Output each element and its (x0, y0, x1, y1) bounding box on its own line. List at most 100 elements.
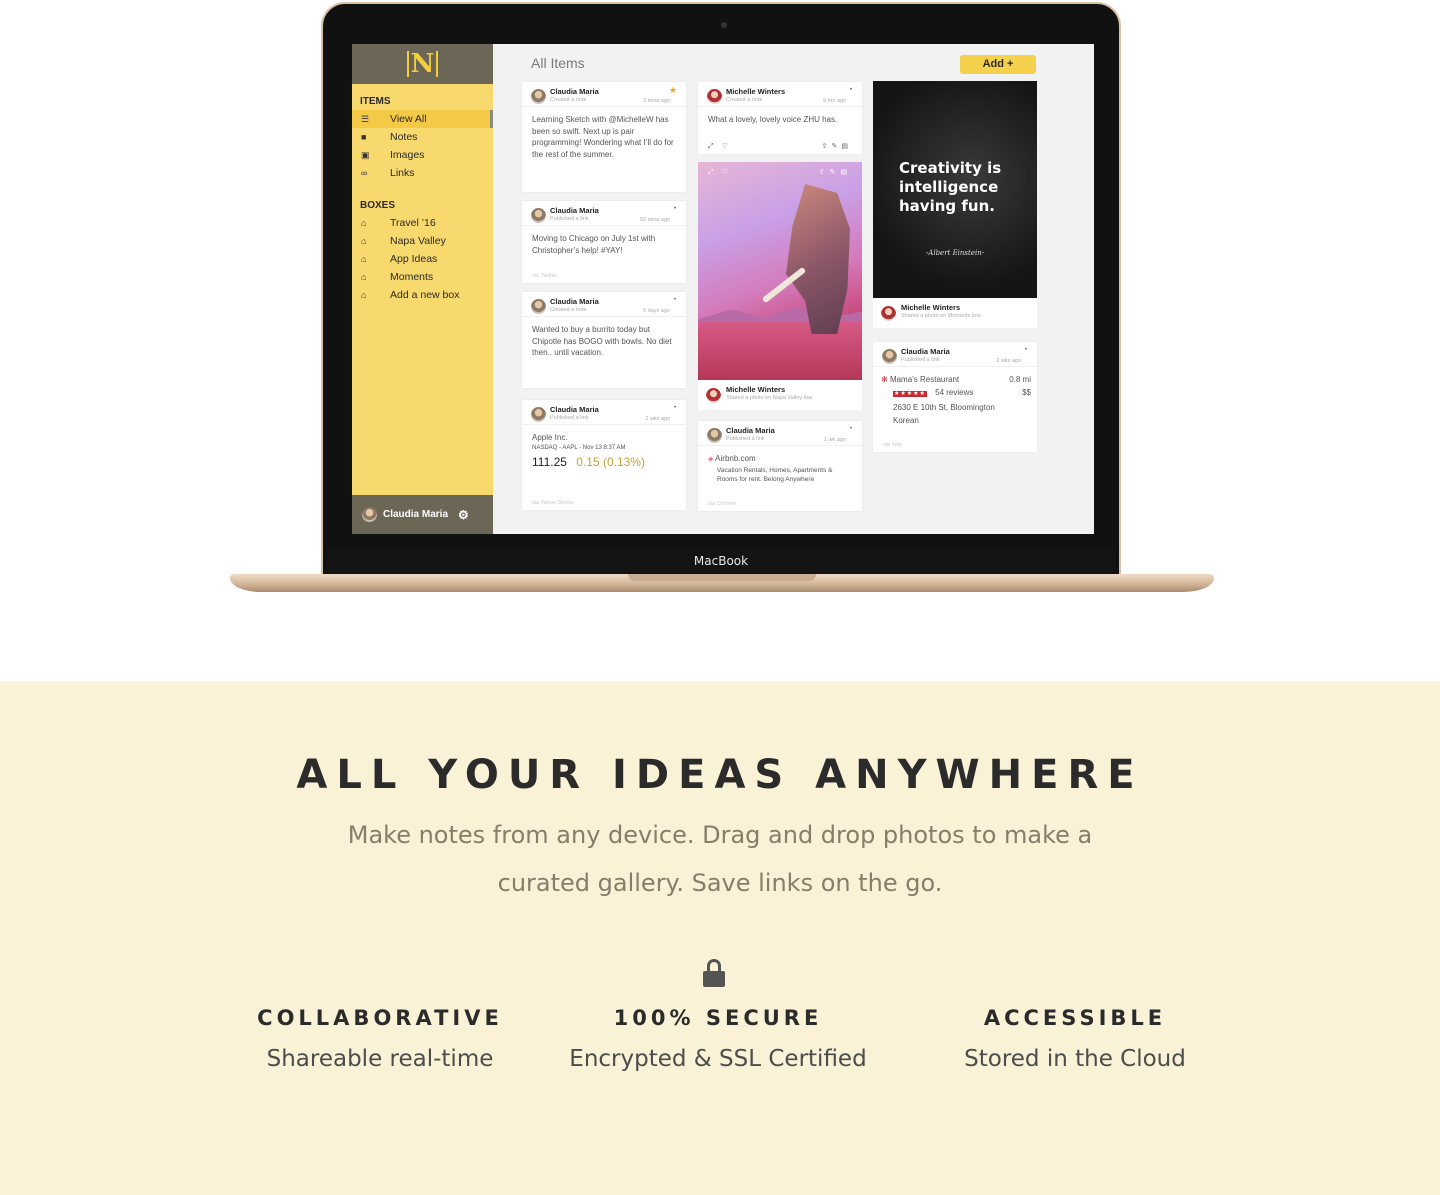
card-action: Shared a photo on Moments box (901, 313, 981, 319)
share-icon[interactable]: ⇪ (819, 169, 830, 176)
sidebar-box-label: App Ideas (390, 253, 438, 265)
sidebar-add-box[interactable]: ⌂ Add a new box (352, 286, 493, 304)
star-icon[interactable]: ★ (669, 85, 677, 96)
link-site[interactable]: Airbnb.com (715, 454, 755, 463)
logo-bar: N (352, 44, 493, 84)
lock-icon (703, 959, 725, 987)
image-icon: ▣ (361, 149, 370, 160)
feature-title: ACCESSIBLE (983, 1006, 1167, 1030)
link-card[interactable]: Claudia Maria Published a link 50 mins a… (522, 201, 686, 283)
card-time: 9 hrs ago (823, 98, 846, 104)
photo-caption: Michelle Winters Shared a photo on Napa … (698, 380, 862, 410)
expand-icon[interactable]: ⤢ (708, 169, 714, 176)
laptop-base (230, 574, 1214, 592)
quote-photo[interactable]: Creativity is intelligence having fun. -… (873, 81, 1037, 298)
avatar (882, 349, 897, 364)
feature-title: 100% SECURE (613, 1006, 823, 1030)
stock-body: Apple Inc. NASDAQ - AAPL - Nov 13 8:37 A… (522, 424, 686, 468)
card-time: 1 wk ago (823, 437, 846, 443)
sidebar-box-napa-valley[interactable]: ⌂ Napa Valley (352, 232, 493, 250)
avatar (531, 208, 546, 223)
card-author: Michelle Winters (726, 87, 786, 96)
avatar (706, 388, 721, 403)
heart-icon[interactable]: ♡ (722, 143, 728, 150)
sidebar-item-label: Links (390, 167, 415, 179)
avatar (531, 89, 546, 104)
more-icon[interactable]: • (674, 297, 676, 303)
device-label: MacBook (327, 550, 1115, 572)
inbox-icon: ⌂ (361, 218, 367, 228)
feature-secure: 100% SECURE Encrypted & SSL Certified (538, 1006, 898, 1072)
sidebar-box-moments[interactable]: ⌂ Moments (352, 268, 493, 286)
section-subline: Make notes from any device. Drag and dro… (347, 821, 1093, 897)
feature-collaborative: COLLABORATIVE Shareable real-time (200, 1006, 560, 1072)
list-icon: ☰ (361, 113, 370, 124)
edit-icon[interactable]: ✎ (830, 169, 841, 176)
edit-icon[interactable]: ✎ (832, 143, 842, 150)
more-icon[interactable]: • (674, 405, 676, 411)
sidebar-item-notes[interactable]: ■ Notes (352, 128, 493, 146)
inbox-icon: ⌂ (361, 272, 367, 282)
more-icon[interactable]: • (1025, 347, 1027, 353)
stock-ticker: NASDAQ - AAPL - Nov 13 8:37 AM (532, 444, 626, 451)
elephant-photo[interactable]: ⤢ ♡ ⇪✎▤ (698, 162, 862, 380)
place-name[interactable]: Mama’s Restaurant (890, 375, 959, 384)
link-description: Vacation Rentals, Homes, Apartments & Ro… (717, 466, 833, 483)
note-card[interactable]: Claudia Maria Created a note 5 days ago … (522, 292, 686, 388)
heart-icon[interactable]: ♡ (722, 169, 728, 176)
sidebar-box-label: Add a new box (390, 289, 460, 301)
section-headline: ALL YOUR IDEAS ANYWHERE (296, 752, 1144, 798)
yelp-icon: ✻ (881, 375, 888, 384)
sidebar-box-label: Napa Valley (390, 235, 446, 247)
card-text: What a lovely, lovely voice ZHU has. (698, 106, 862, 126)
more-icon[interactable]: • (674, 206, 676, 212)
place-reviews: 54 reviews (935, 387, 974, 397)
sidebar-item-links[interactable]: ∞ Links (352, 164, 493, 182)
avatar (707, 428, 722, 443)
card-source: via Yahoo Stocks (532, 500, 574, 506)
add-button[interactable]: Add + (960, 55, 1036, 74)
sidebar-box-app-ideas[interactable]: ⌂ App Ideas (352, 250, 493, 268)
sidebar-item-label: Notes (390, 131, 418, 143)
expand-icon[interactable]: ⤢ (708, 143, 714, 150)
place-distance: 0.8 mi (1009, 375, 1031, 384)
card-actions: ⤢ ♡ ⇪✎▤ (708, 142, 852, 151)
share-icon[interactable]: ⇪ (822, 143, 832, 150)
link-icon: ∞ (361, 168, 368, 178)
stock-card[interactable]: Claudia Maria Published a link 2 wks ago… (522, 400, 686, 510)
card-text: Moving to Chicago on July 1st with Chris… (522, 225, 686, 256)
card-text: Learning Sketch with @MichelleW has been… (522, 106, 686, 160)
note-card[interactable]: Michelle Winters Created a note 9 hrs ag… (698, 82, 862, 154)
card-author: Claudia Maria (726, 426, 775, 435)
sidebar-item-view-all[interactable]: ☰ View All (352, 110, 493, 128)
app-logo[interactable]: N (406, 51, 439, 77)
card-author: Michelle Winters (726, 385, 786, 394)
trash-icon[interactable]: ▤ (841, 143, 852, 150)
link-body: ◈ Airbnb.com Vacation Rentals, Homes, Ap… (698, 445, 862, 484)
current-user[interactable]: Claudia Maria ⚙ (352, 495, 493, 534)
more-icon[interactable]: • (850, 87, 852, 93)
app-screen: N ITEMS ☰ View All ■ Notes ▣ Images ∞ Li… (352, 44, 1094, 534)
place-cuisine: Korean (893, 415, 919, 425)
note-card[interactable]: Claudia Maria Created a note 3 mins ago … (522, 82, 686, 192)
inbox-icon: ⌂ (361, 290, 367, 300)
sidebar-box-travel[interactable]: ⌂ Travel ’16 (352, 214, 493, 232)
quote-author: -Albert Einstein- (925, 249, 985, 257)
avatar (707, 89, 722, 104)
items-heading: ITEMS (360, 96, 391, 107)
place-card[interactable]: Claudia Maria Published a link 2 wks ago… (873, 342, 1037, 452)
trash-icon[interactable]: ▤ (840, 169, 852, 176)
feature-accessible: ACCESSIBLE Stored in the Cloud (895, 1006, 1255, 1072)
inbox-icon: ⌂ (361, 254, 367, 264)
feature-text: Encrypted & SSL Certified (569, 1046, 867, 1072)
stock-change: 0.15 (0.13%) (576, 454, 645, 469)
gear-icon[interactable]: ⚙ (458, 508, 469, 522)
sidebar-item-images[interactable]: ▣ Images (352, 146, 493, 164)
features-section: ALL YOUR IDEAS ANYWHERE Make notes from … (0, 681, 1440, 1195)
page-title: All Items (531, 55, 585, 71)
avatar (362, 507, 377, 522)
place-body: ✻ Mama’s Restaurant 0.8 mi ★★★★★ 54 revi… (873, 366, 1037, 427)
card-author: Michelle Winters (901, 303, 961, 312)
more-icon[interactable]: • (850, 426, 852, 432)
link-card[interactable]: Claudia Maria Published a link 1 wk ago … (698, 421, 862, 511)
